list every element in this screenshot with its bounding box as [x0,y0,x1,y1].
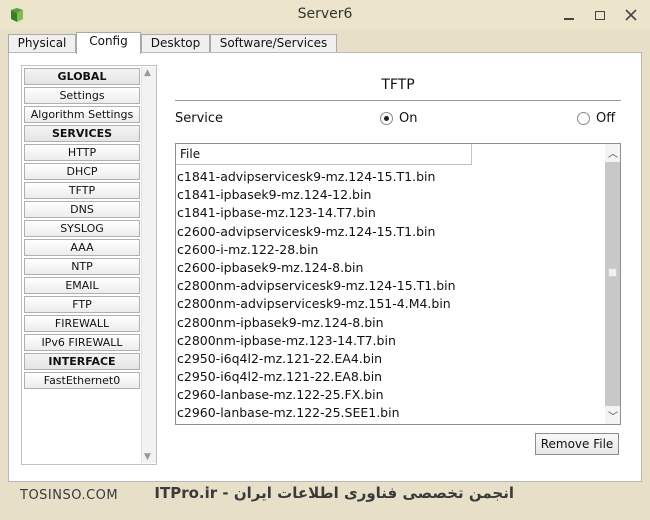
sidebar-item[interactable]: FIREWALL [24,315,140,332]
remove-file-button[interactable]: Remove File [535,433,619,455]
scroll-thumb[interactable] [608,268,617,277]
sidebar-item[interactable]: IPv6 FIREWALL [24,334,140,351]
sidebar-item[interactable]: SYSLOG [24,220,140,237]
minimize-icon [564,18,574,20]
file-row[interactable]: c1841-advipservicesk9-mz.124-15.T1.bin [177,168,605,186]
minimize-button[interactable] [556,4,582,26]
scroll-track[interactable] [605,162,620,406]
file-row[interactable]: c2800nm-ipbase-mz.123-14.T7.bin [177,332,605,350]
file-row[interactable]: c2800nm-advipservicesk9-mz.151-4.M4.bin [177,295,605,313]
file-row[interactable]: c2800nm-ipbasek9-mz.124-8.bin [177,314,605,332]
sidebar-section-header: INTERFACE [24,353,140,370]
tab-config[interactable]: Config [76,32,141,54]
file-row[interactable]: c1841-ipbase-mz.123-14.T7.bin [177,204,605,222]
close-icon [625,9,637,21]
service-label: Service [175,111,224,126]
file-row[interactable]: c2600-ipbasek9-mz.124-8.bin [177,259,605,277]
divider [175,100,621,101]
scroll-up-icon[interactable]: ▲ [144,68,151,78]
sidebar-item[interactable]: FTP [24,296,140,313]
tab-desktop[interactable]: Desktop [141,34,210,53]
file-row[interactable]: c2600-i-mz.122-28.bin [177,241,605,259]
sidebar-scrollbar[interactable]: ▲ ▼ [141,67,156,463]
sidebar-item[interactable]: TFTP [24,182,140,199]
window-title: Server6 [297,6,353,22]
file-row[interactable]: c2950-i6q4l2-mz.121-22.EA4.bin [177,350,605,368]
file-list[interactable]: File c1841-advipservicesk9-mz.124-15.T1.… [175,143,621,425]
maximize-button[interactable] [587,4,613,26]
sidebar-item[interactable]: Settings [24,87,140,104]
sidebar-item[interactable]: HTTP [24,144,140,161]
sidebar: GLOBAL Settings Algorithm Settings SERVICES… [21,65,157,465]
close-button[interactable] [614,4,648,26]
sidebar-item[interactable]: EMAIL [24,277,140,294]
tab-physical[interactable]: Physical [8,34,76,53]
file-list-scrollbar[interactable]: ︿ ﹀ [605,144,620,424]
sidebar-section-header: GLOBAL [24,68,140,85]
sidebar-item[interactable]: NTP [24,258,140,275]
file-column-header[interactable]: File [176,144,472,165]
file-row[interactable]: c2600-advipservicesk9-mz.124-15.T1.bin [177,223,605,241]
page-title: TFTP [381,77,415,93]
config-panel: GLOBAL Settings Algorithm Settings SERVICES… [8,52,642,482]
maximize-icon [595,10,605,20]
chevron-up-icon[interactable]: ︿ [608,145,618,160]
service-on-radio[interactable] [380,112,393,125]
sidebar-item[interactable]: DNS [24,201,140,218]
file-row[interactable]: c2950-i6q4l2-mz.121-22.EA8.bin [177,368,605,386]
scroll-down-icon[interactable]: ▼ [144,452,151,462]
sidebar-item[interactable]: FastEthernet0 [24,372,140,389]
sidebar-item[interactable]: Algorithm Settings [24,106,140,123]
tab-software-services[interactable]: Software/Services [210,34,337,53]
file-row[interactable]: c2960-lanbase-mz.122-25.SEE1.bin [177,404,605,422]
sidebar-item[interactable]: AAA [24,239,140,256]
file-row[interactable]: c2960-lanbase-mz.122-25.FX.bin [177,386,605,404]
watermark-right: ITPro.ir - انجمن تخصصی فناوری اطلاعات ای… [154,484,514,502]
service-off-radio[interactable] [577,112,590,125]
sidebar-item[interactable]: DHCP [24,163,140,180]
watermark-left: TOSINSO.COM [20,488,119,503]
service-on-label[interactable]: On [399,111,417,126]
service-off-label[interactable]: Off [596,111,615,126]
title-bar: Server6 [0,0,650,30]
sidebar-nav: GLOBAL Settings Algorithm Settings SERVICES… [24,68,140,391]
sidebar-section-header: SERVICES [24,125,140,142]
file-rows: c1841-advipservicesk9-mz.124-15.T1.bin c1… [177,168,605,423]
file-row[interactable]: c1841-ipbasek9-mz.124-12.bin [177,186,605,204]
file-row[interactable]: c2800nm-advipservicesk9-mz.124-15.T1.bin [177,277,605,295]
chevron-down-icon[interactable]: ﹀ [608,408,618,423]
